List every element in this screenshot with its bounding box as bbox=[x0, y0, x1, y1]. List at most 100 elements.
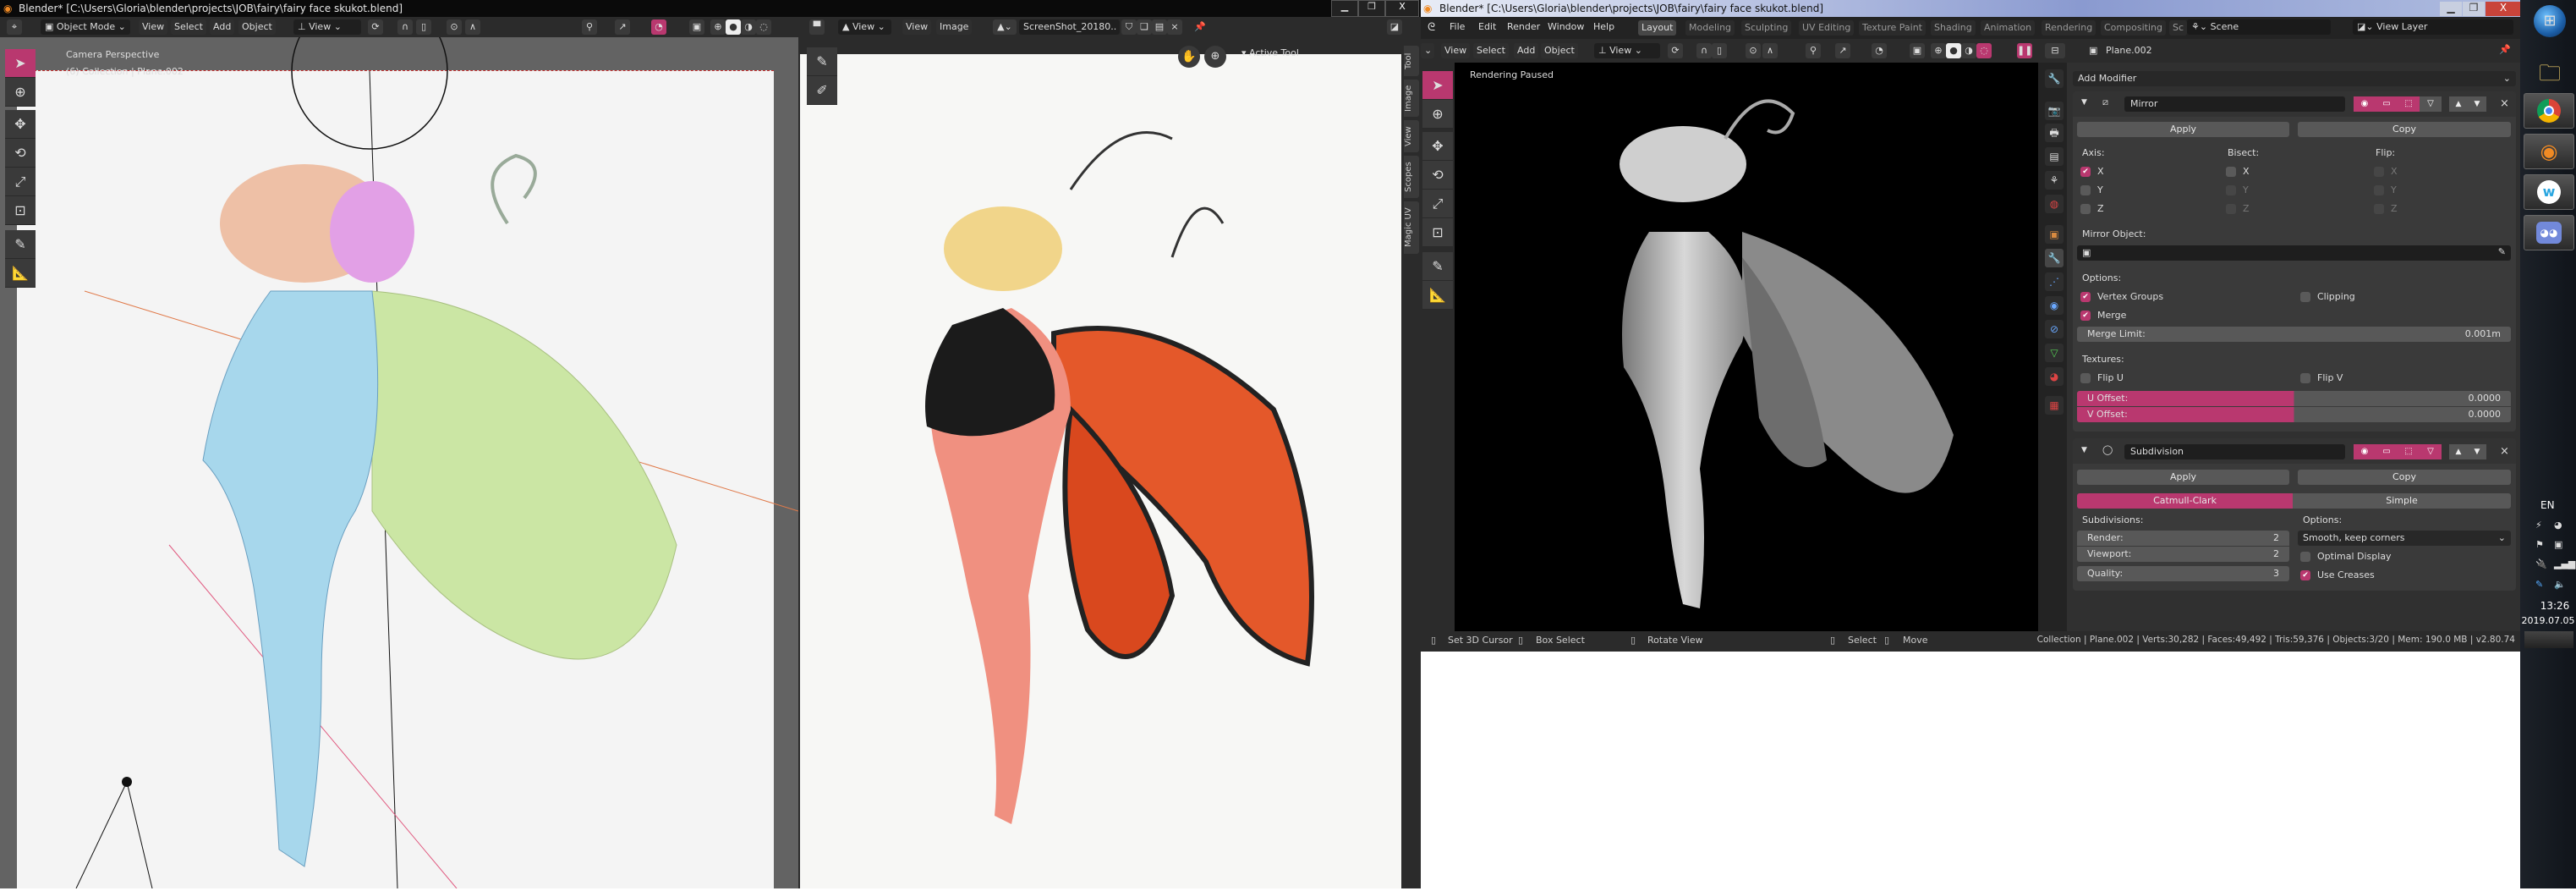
tool-rotate[interactable]: ⟲ bbox=[5, 139, 36, 168]
viewport-3d[interactable]: ⌖ ▣ Object Mode ⌄ View Select Add Object… bbox=[0, 17, 798, 888]
workspace-tab-more[interactable]: Sc bbox=[2169, 20, 2188, 36]
power-icon[interactable]: 🔌 bbox=[2535, 558, 2547, 569]
tab-tool-icon[interactable]: 🔧 bbox=[2045, 69, 2064, 88]
tool-annotate[interactable]: ✐ bbox=[807, 76, 837, 105]
tab-data-icon[interactable]: ▽ bbox=[2045, 344, 2064, 362]
view-mode-dropdown[interactable]: ▲ View ⌄ bbox=[838, 19, 891, 35]
xray-icon[interactable]: ▣ bbox=[689, 19, 704, 35]
show-render-icon[interactable]: ◉ bbox=[2354, 96, 2376, 112]
move-up-icon[interactable]: ▲ bbox=[2449, 444, 2468, 459]
start-orb-icon[interactable]: ⊞ bbox=[2534, 5, 2566, 37]
mirror-name-field[interactable]: Mirror bbox=[2124, 96, 2345, 112]
tab-scene-icon[interactable]: ⚘ bbox=[2045, 171, 2064, 190]
show-editmode-icon[interactable]: ⬚ bbox=[2398, 444, 2420, 459]
remove-modifier-icon[interactable]: × bbox=[2500, 97, 2509, 110]
tab-material-icon[interactable]: ◕ bbox=[2045, 367, 2064, 386]
bisect-x-checkbox[interactable] bbox=[2226, 167, 2236, 177]
workspace-tab-sculpting[interactable]: Sculpting bbox=[1741, 20, 1792, 36]
vertex-groups-checkbox[interactable]: ✔ bbox=[2080, 292, 2091, 302]
menu-object[interactable]: Object bbox=[238, 19, 276, 35]
scene-selector[interactable]: ⚘⌄ Scene bbox=[2187, 19, 2331, 35]
tray-discord-icon[interactable]: ◕ bbox=[2554, 520, 2562, 531]
menu-select[interactable]: Select bbox=[171, 19, 206, 35]
uv-smooth-dropdown[interactable]: Smooth, keep corners ⌄ bbox=[2298, 531, 2511, 546]
pause-render-icon[interactable]: ❚❚ bbox=[2017, 43, 2032, 58]
view-layer-selector[interactable]: ◪⌄ View Layer bbox=[2353, 19, 2513, 35]
merge-limit-field[interactable]: Merge Limit: 0.001m bbox=[2077, 327, 2511, 342]
falloff-icon[interactable]: ∧ bbox=[1762, 43, 1778, 58]
tab-physics-icon[interactable]: ◉ bbox=[2045, 296, 2064, 315]
menu-select[interactable]: Select bbox=[1473, 43, 1509, 58]
axis-x-checkbox[interactable]: ✔ bbox=[2080, 167, 2091, 177]
active-tool-panel-header[interactable]: ▾ Active Tool bbox=[1241, 47, 1299, 58]
mirror-object-field[interactable]: ▣ ✎ bbox=[2077, 245, 2511, 261]
blender-menu-icon[interactable]: ᘓ bbox=[1428, 21, 1435, 34]
editor-type-icon[interactable]: ▀ bbox=[809, 19, 825, 35]
pan-gizmo-hand-icon[interactable]: ✋ bbox=[1178, 46, 1200, 68]
show-viewport-icon[interactable]: ▭ bbox=[2376, 444, 2398, 459]
axis-y-checkbox[interactable] bbox=[2080, 185, 2091, 195]
language-indicator[interactable]: EN bbox=[2540, 499, 2555, 511]
snap-icon[interactable]: ∩ bbox=[397, 19, 413, 35]
file-explorer-icon[interactable]: 🗀 bbox=[2535, 58, 2564, 86]
optimal-display-checkbox[interactable] bbox=[2300, 552, 2310, 562]
new-image-icon[interactable]: ❏ bbox=[1137, 19, 1152, 35]
overlay-icon[interactable]: ◔ bbox=[1872, 43, 1887, 58]
close-button[interactable]: X bbox=[2486, 2, 2521, 16]
tool-transform[interactable]: ⊡ bbox=[1422, 218, 1453, 247]
pivot-icon[interactable]: ⟳ bbox=[368, 19, 383, 35]
solid-shading-icon[interactable]: ● bbox=[1946, 43, 1961, 58]
sidebar-tab-magic-uv[interactable]: Magic UV bbox=[1404, 201, 1419, 254]
menu-help[interactable]: Help bbox=[1590, 19, 1618, 35]
clock-time[interactable]: 13:26 bbox=[2535, 600, 2574, 612]
transform-orientation-dropdown[interactable]: ⊥ View ⌄ bbox=[293, 19, 361, 35]
clipping-checkbox[interactable] bbox=[2300, 292, 2310, 302]
tab-modifiers-icon[interactable]: 🔧 bbox=[2045, 249, 2064, 267]
gizmo-icon[interactable]: ↗ bbox=[615, 19, 630, 35]
proportional-edit-icon[interactable]: ⊙ bbox=[1746, 43, 1761, 58]
render-levels-field[interactable]: Render: 2 bbox=[2077, 531, 2289, 546]
tool-select-box[interactable]: ➤ bbox=[5, 49, 36, 78]
volume-icon[interactable]: 🔈 bbox=[2554, 579, 2566, 590]
tool-scale[interactable]: ⤢ bbox=[5, 168, 36, 196]
menu-add[interactable]: Add bbox=[1514, 43, 1539, 58]
minimize-button[interactable]: ▁ bbox=[2440, 2, 2462, 16]
tab-view-layer-icon[interactable]: ▤ bbox=[2045, 147, 2064, 166]
xray-icon[interactable]: ▣ bbox=[1910, 43, 1925, 58]
snap-target-icon[interactable]: ▯ bbox=[416, 19, 431, 35]
open-image-icon[interactable]: ▤ bbox=[1152, 19, 1167, 35]
fake-user-icon[interactable]: ⛉ bbox=[1121, 19, 1137, 35]
wireframe-shading-icon[interactable]: ⊕ bbox=[1931, 43, 1946, 58]
menu-object[interactable]: Object bbox=[1541, 43, 1578, 58]
taskbar-w-app[interactable]: w bbox=[2524, 174, 2574, 210]
flip-v-checkbox[interactable] bbox=[2300, 373, 2310, 383]
mirror-copy-button[interactable]: Copy bbox=[2298, 122, 2511, 137]
snap-target-icon[interactable]: ▯ bbox=[1712, 43, 1727, 58]
pin-icon[interactable]: 📌 bbox=[1192, 19, 1208, 35]
transform-orientation-dropdown[interactable]: ⊥ View ⌄ bbox=[1594, 43, 1660, 58]
tool-cursor[interactable]: ⊕ bbox=[5, 78, 36, 107]
move-down-icon[interactable]: ▼ bbox=[2468, 444, 2486, 459]
solid-shading-icon[interactable]: ● bbox=[726, 19, 741, 35]
tab-object-icon[interactable]: ▣ bbox=[2045, 225, 2064, 244]
pivot-icon[interactable]: ⟳ bbox=[1668, 43, 1683, 58]
tab-texture-icon[interactable]: ▦ bbox=[2045, 396, 2064, 415]
tab-render-icon[interactable]: 📷 bbox=[2045, 102, 2064, 120]
tool-select-box[interactable]: ➤ bbox=[1422, 71, 1453, 100]
remove-modifier-icon[interactable]: × bbox=[2500, 445, 2509, 458]
network-signal-icon[interactable]: ▂▄▆ bbox=[2554, 558, 2575, 569]
axis-z-checkbox[interactable] bbox=[2080, 204, 2091, 214]
show-viewport-icon[interactable]: ▭ bbox=[2376, 96, 2398, 112]
gizmo-icon[interactable]: ↗ bbox=[1835, 43, 1850, 58]
taskbar-discord[interactable]: ◕◕ bbox=[2524, 215, 2574, 250]
workspace-tab-shading[interactable]: Shading bbox=[1931, 20, 1976, 36]
image-canvas[interactable] bbox=[800, 54, 1401, 888]
action-center-flag-icon[interactable]: ⚑ bbox=[2535, 539, 2544, 550]
zoom-gizmo-icon[interactable]: ⊕ bbox=[1204, 46, 1226, 68]
clock-date[interactable]: 2019.07.05 bbox=[2521, 615, 2575, 626]
menu-view[interactable]: View bbox=[902, 19, 932, 35]
editor-type-icon[interactable]: ⊟ bbox=[2045, 43, 2065, 58]
tray-app-icon[interactable]: ⚡ bbox=[2535, 520, 2542, 531]
menu-image[interactable]: Image bbox=[936, 19, 973, 35]
snap-icon[interactable]: ∩ bbox=[1696, 43, 1712, 58]
